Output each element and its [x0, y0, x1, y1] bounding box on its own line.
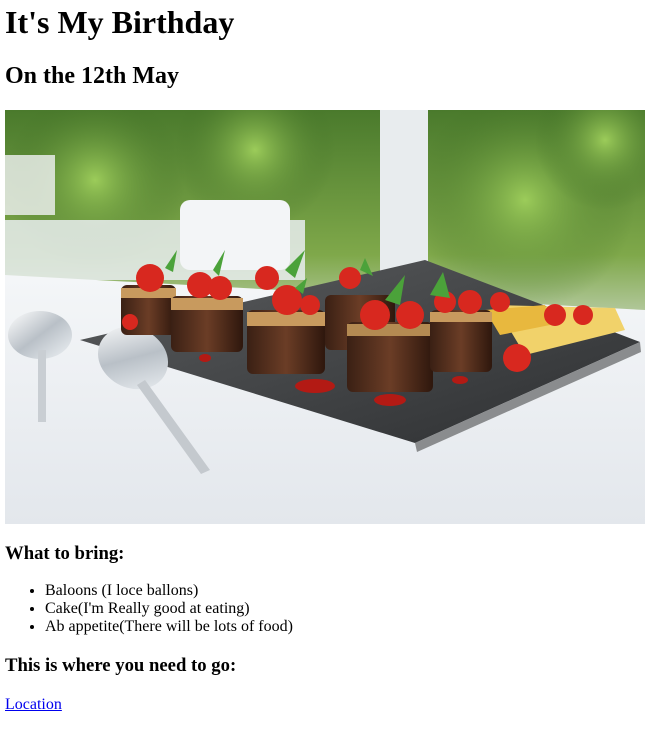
list-item: Baloons (I loce ballons) — [45, 582, 661, 600]
bring-list: Baloons (I loce ballons) Cake(I'm Really… — [5, 582, 661, 636]
page-title: It's My Birthday — [5, 4, 235, 40]
list-item: Cake(I'm Really good at eating) — [45, 600, 661, 618]
location-link[interactable]: Location — [5, 696, 62, 714]
location-heading: This is where you need to go: — [5, 655, 237, 676]
page-subtitle: On the 12th May — [5, 63, 179, 89]
hero-image — [5, 110, 645, 524]
list-item: Ab appetite(There will be lots of food) — [45, 618, 661, 636]
bring-heading: What to bring: — [5, 543, 125, 564]
